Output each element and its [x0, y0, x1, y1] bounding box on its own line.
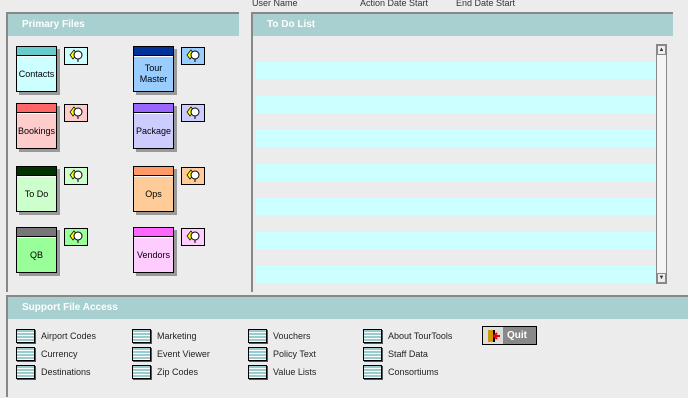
support-item-label: Value Lists [273, 367, 317, 377]
card-band [17, 47, 56, 56]
support-item-label: Vouchers [273, 331, 311, 341]
todo-row[interactable] [256, 130, 656, 147]
card-to-do[interactable]: To Do [16, 166, 57, 212]
support-item-vouchers[interactable]: Vouchers [248, 328, 311, 344]
support-item-zip-codes[interactable]: Zip Codes [132, 364, 198, 380]
todo-scrollbar[interactable]: ▲ ▼ [656, 44, 667, 284]
todo-row[interactable] [256, 164, 656, 181]
card-label: QB [17, 237, 56, 272]
find-qb-button[interactable] [64, 228, 88, 246]
exit-door-icon [483, 327, 503, 344]
end-date-start-label: End Date Start [456, 0, 516, 8]
card-band [134, 228, 173, 237]
find-contacts-button[interactable] [64, 47, 88, 65]
support-item-label: Destinations [41, 367, 91, 377]
support-item-consortiums[interactable]: Consortiums [363, 364, 439, 380]
card-bookings[interactable]: Bookings [16, 103, 57, 149]
support-title: Support File Access [8, 297, 700, 319]
support-item-label: Event Viewer [157, 349, 210, 359]
todo-row[interactable] [256, 62, 656, 79]
find-tour-master-button[interactable] [181, 47, 205, 65]
card-qb[interactable]: QB [16, 227, 57, 273]
card-vendors[interactable]: Vendors [133, 227, 174, 273]
table-icon [363, 365, 382, 379]
support-item-airport-codes[interactable]: Airport Codes [16, 328, 96, 344]
support-item-value-lists[interactable]: Value Lists [248, 364, 316, 380]
find-package-button[interactable] [181, 104, 205, 122]
card-ops[interactable]: Ops [133, 166, 174, 212]
support-item-currency[interactable]: Currency [16, 346, 78, 362]
support-item-event-viewer[interactable]: Event Viewer [132, 346, 210, 362]
todo-list[interactable] [256, 44, 656, 284]
card-label: To Do [17, 176, 56, 211]
table-icon [248, 365, 267, 379]
card-label: Contacts [17, 56, 56, 91]
card-band [134, 47, 173, 56]
card-label: Bookings [17, 113, 56, 148]
find-bookings-button[interactable] [64, 104, 88, 122]
quit-button[interactable]: Quit [482, 326, 537, 345]
card-tour-master[interactable]: Tour Master [133, 46, 174, 92]
quit-label: Quit [507, 330, 527, 341]
find-magnifier-icon [186, 230, 200, 243]
find-magnifier-icon [69, 49, 83, 62]
scroll-up-icon[interactable]: ▲ [657, 45, 666, 55]
right-strip [688, 0, 700, 408]
support-item-destinations[interactable]: Destinations [16, 364, 91, 380]
card-contacts[interactable]: Contacts [16, 46, 57, 92]
todo-row[interactable] [256, 198, 656, 215]
find-to-do-button[interactable] [64, 167, 88, 185]
support-item-label: Policy Text [273, 349, 316, 359]
table-icon [248, 329, 267, 343]
table-icon [363, 347, 382, 361]
support-item-label: Consortiums [388, 367, 439, 377]
support-item-marketing[interactable]: Marketing [132, 328, 197, 344]
table-icon [248, 347, 267, 361]
table-icon [16, 347, 35, 361]
support-item-label: Currency [41, 349, 78, 359]
card-label: Tour Master [134, 56, 173, 91]
card-band [134, 104, 173, 113]
todo-row[interactable] [256, 232, 656, 249]
user-name-label: User Name [252, 0, 298, 8]
support-item-label: Zip Codes [157, 367, 199, 377]
table-icon [132, 347, 151, 361]
card-band [17, 104, 56, 113]
find-vendors-button[interactable] [181, 228, 205, 246]
find-magnifier-icon [69, 169, 83, 182]
support-panel: Support File Access [6, 295, 700, 397]
card-label: Vendors [134, 237, 173, 272]
todo-row[interactable] [256, 96, 656, 113]
card-package[interactable]: Package [133, 103, 174, 149]
support-item-staff-data[interactable]: Staff Data [363, 346, 428, 362]
primary-files-title: Primary Files [8, 14, 239, 36]
find-magnifier-icon [186, 169, 200, 182]
action-date-start-label: Action Date Start [360, 0, 429, 8]
table-icon [132, 365, 151, 379]
table-icon [363, 329, 382, 343]
card-label: Ops [134, 176, 173, 211]
todo-title: To Do List [253, 14, 673, 36]
support-item-label: Marketing [157, 331, 197, 341]
support-item-label: Staff Data [388, 349, 428, 359]
find-magnifier-icon [69, 230, 83, 243]
find-ops-button[interactable] [181, 167, 205, 185]
support-item-label: Airport Codes [41, 331, 97, 341]
find-magnifier-icon [69, 106, 83, 119]
find-magnifier-icon [186, 106, 200, 119]
card-band [17, 167, 56, 176]
find-magnifier-icon [186, 49, 200, 62]
table-icon [16, 329, 35, 343]
card-label: Package [134, 113, 173, 148]
scroll-down-icon[interactable]: ▼ [657, 273, 666, 283]
support-item-label: About TourTools [388, 331, 453, 341]
card-band [134, 167, 173, 176]
table-icon [16, 365, 35, 379]
bottom-strip [0, 398, 700, 408]
table-icon [132, 329, 151, 343]
support-item-policy-text[interactable]: Policy Text [248, 346, 316, 362]
todo-row[interactable] [256, 266, 656, 283]
support-item-about-tourtools[interactable]: About TourTools [363, 328, 452, 344]
card-band [17, 228, 56, 237]
